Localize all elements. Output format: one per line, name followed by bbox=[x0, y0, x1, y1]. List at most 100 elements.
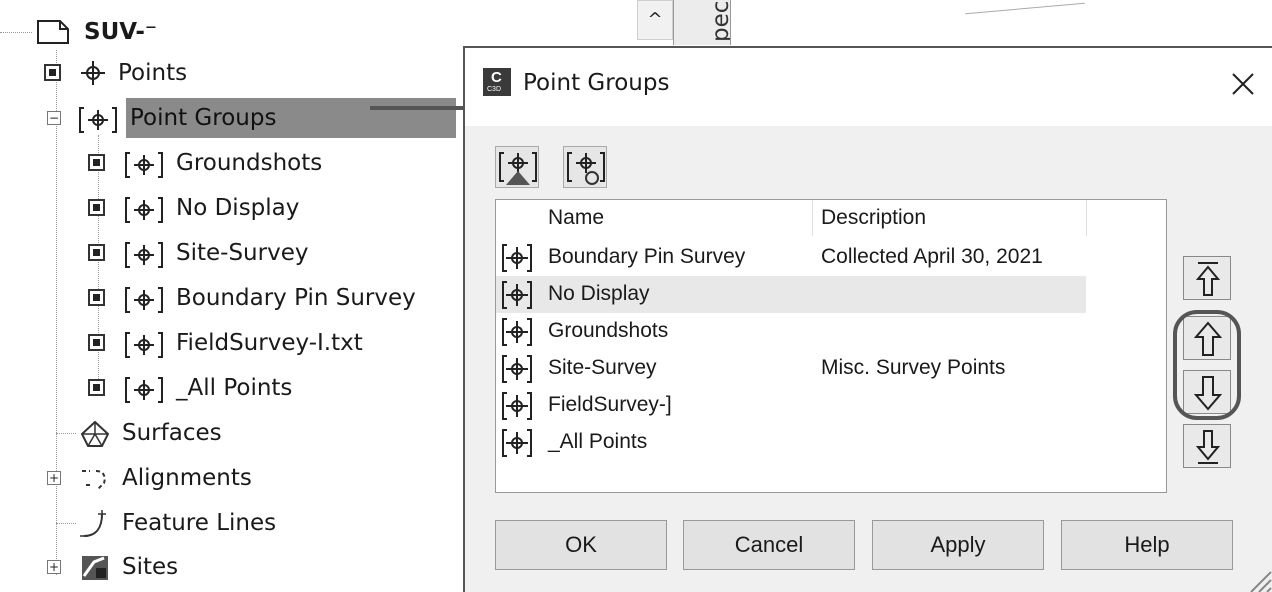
tree-root[interactable]: SUV-⁻ bbox=[0, 12, 161, 52]
background-line bbox=[965, 2, 1085, 15]
highlight-callout bbox=[1173, 310, 1241, 420]
tree-item-fieldsurvey[interactable]: FieldSurvey-I.txt bbox=[88, 323, 367, 363]
alignment-icon bbox=[80, 465, 110, 491]
point-group-icon bbox=[78, 105, 118, 133]
list-row[interactable]: FieldSurvey-] bbox=[496, 387, 1086, 424]
row-description: Collected April 30, 2021 bbox=[821, 245, 1043, 268]
list-row[interactable]: Boundary Pin Survey Collected April 30, … bbox=[496, 239, 1086, 276]
tree-item-label: Feature Lines bbox=[122, 510, 277, 536]
tree-item-label: Site-Survey bbox=[176, 240, 309, 266]
side-panel-tab-label: pect bbox=[708, 0, 731, 42]
tree-item-alignments[interactable]: + Alignments bbox=[44, 458, 256, 498]
point-group-icon bbox=[124, 330, 164, 358]
row-name: Site-Survey bbox=[548, 356, 657, 379]
point-group-icon bbox=[124, 375, 164, 403]
drawing-icon bbox=[36, 19, 72, 45]
tree-guide-line bbox=[56, 433, 76, 434]
surface-icon bbox=[80, 420, 110, 447]
show-properties-button[interactable] bbox=[495, 146, 539, 188]
column-separator[interactable] bbox=[812, 200, 813, 236]
list-row-selected[interactable]: No Display bbox=[496, 276, 1086, 313]
row-name: Boundary Pin Survey bbox=[548, 245, 746, 268]
point-group-icon bbox=[502, 392, 532, 420]
point-group-properties-icon bbox=[499, 152, 537, 185]
point-groups-dialog: C C3D Point Groups Name Description Boun… bbox=[463, 46, 1272, 592]
point-icon bbox=[80, 60, 106, 86]
tree-item-surfaces[interactable]: Surfaces bbox=[56, 413, 226, 453]
move-to-bottom-button[interactable] bbox=[1183, 424, 1231, 468]
point-group-icon bbox=[502, 281, 532, 309]
tree-item-no-display[interactable]: No Display bbox=[88, 188, 303, 228]
tree-item-label: Alignments bbox=[122, 465, 252, 491]
prospector-tree: SUV-⁻ Points − Point Groups Groundshots … bbox=[0, 0, 470, 592]
visibility-checkbox[interactable] bbox=[88, 289, 105, 306]
apply-button[interactable]: Apply bbox=[872, 520, 1044, 570]
row-name: No Display bbox=[548, 282, 650, 305]
row-name: FieldSurvey-] bbox=[548, 393, 672, 416]
visibility-checkbox[interactable] bbox=[88, 379, 105, 396]
civil3d-app-icon: C C3D bbox=[483, 68, 511, 96]
feature-line-icon bbox=[80, 510, 110, 537]
point-group-icon bbox=[124, 240, 164, 268]
tree-item-label: Boundary Pin Survey bbox=[176, 285, 416, 311]
move-to-top-button[interactable] bbox=[1183, 256, 1231, 300]
point-group-icon bbox=[502, 355, 532, 383]
arrow-to-top-icon bbox=[1195, 262, 1221, 296]
collapse-toggle[interactable]: − bbox=[47, 111, 61, 125]
tree-item-site-survey[interactable]: Site-Survey bbox=[88, 233, 312, 273]
tree-item-feature-lines[interactable]: Feature Lines bbox=[56, 503, 280, 543]
visibility-checkbox[interactable] bbox=[88, 199, 105, 216]
point-group-update-icon bbox=[567, 152, 605, 185]
tree-item-points[interactable]: Points bbox=[44, 53, 191, 93]
visibility-checkbox[interactable] bbox=[88, 334, 105, 351]
visibility-checkbox[interactable] bbox=[88, 154, 105, 171]
expand-toggle[interactable]: + bbox=[47, 560, 61, 574]
resize-grip-icon[interactable] bbox=[1243, 564, 1272, 592]
list-row[interactable]: Site-Survey Misc. Survey Points bbox=[496, 350, 1086, 387]
tree-root-label: SUV-⁻ bbox=[84, 19, 158, 45]
arrow-to-bottom-icon bbox=[1195, 430, 1221, 464]
list-row[interactable]: Groundshots bbox=[496, 313, 1086, 350]
ok-button[interactable]: OK bbox=[495, 520, 667, 570]
scroll-up-button[interactable]: ^ bbox=[637, 0, 673, 40]
tree-item-label: Points bbox=[118, 60, 188, 86]
expand-toggle[interactable]: + bbox=[47, 471, 61, 485]
tree-item-label: Groundshots bbox=[176, 150, 323, 176]
row-name: _All Points bbox=[548, 430, 648, 453]
tree-item-boundary-pin-survey[interactable]: Boundary Pin Survey bbox=[88, 278, 420, 318]
tree-item-groundshots[interactable]: Groundshots bbox=[88, 143, 326, 183]
column-header-description[interactable]: Description bbox=[821, 206, 926, 230]
visibility-checkbox[interactable] bbox=[44, 64, 61, 81]
close-icon bbox=[1232, 73, 1254, 95]
site-icon bbox=[80, 554, 110, 580]
point-group-icon bbox=[124, 150, 164, 178]
close-button[interactable] bbox=[1225, 66, 1261, 102]
point-groups-list[interactable]: Name Description Boundary Pin Survey Col… bbox=[495, 199, 1167, 493]
update-button[interactable] bbox=[563, 146, 607, 188]
tree-item-label: _All Points bbox=[176, 375, 293, 401]
side-panel-tab[interactable]: pect bbox=[673, 0, 731, 45]
list-row[interactable]: _All Points bbox=[496, 424, 1086, 461]
point-group-icon bbox=[502, 318, 532, 346]
row-description: Misc. Survey Points bbox=[821, 356, 1006, 379]
point-group-icon bbox=[124, 285, 164, 313]
tree-item-label: No Display bbox=[176, 195, 300, 221]
cancel-button[interactable]: Cancel bbox=[683, 520, 855, 570]
dialog-title: Point Groups bbox=[523, 70, 670, 96]
visibility-checkbox[interactable] bbox=[88, 244, 105, 261]
tree-item-label: Sites bbox=[122, 554, 179, 580]
app-icon-sub: C3D bbox=[487, 86, 502, 93]
help-button[interactable]: Help bbox=[1061, 520, 1233, 570]
tree-item-all-points[interactable]: _All Points bbox=[88, 368, 296, 408]
tree-item-sites[interactable]: + Sites bbox=[44, 547, 182, 587]
dialog-titlebar[interactable]: C C3D Point Groups bbox=[465, 48, 1272, 126]
column-separator[interactable] bbox=[1086, 200, 1087, 236]
tree-guide-line bbox=[56, 523, 76, 524]
tree-item-label: Surfaces bbox=[122, 420, 222, 446]
tree-guide-line bbox=[0, 32, 32, 33]
point-group-icon bbox=[502, 244, 532, 272]
point-group-icon bbox=[502, 429, 532, 457]
column-header-name[interactable]: Name bbox=[548, 206, 604, 230]
app-icon-letter: C bbox=[491, 69, 502, 86]
row-name: Groundshots bbox=[548, 319, 669, 342]
